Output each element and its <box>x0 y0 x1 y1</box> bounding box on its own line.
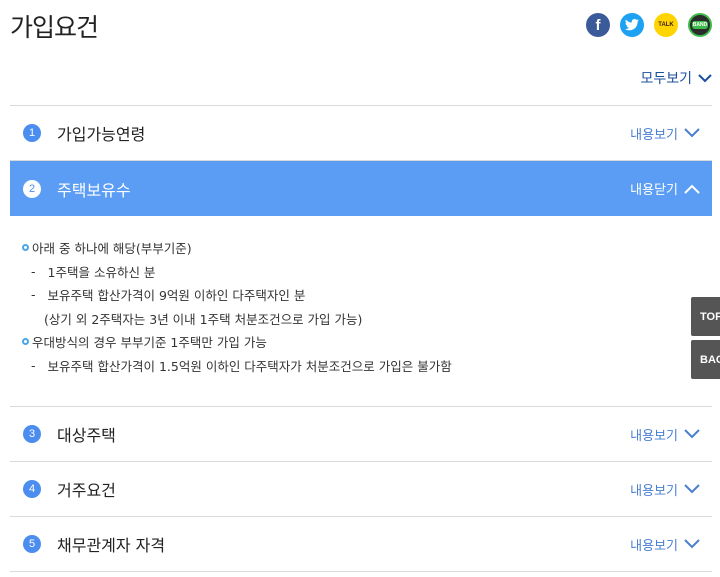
page-title: 가입요건 <box>10 13 99 42</box>
dash: - <box>31 357 36 373</box>
section-title: 주택보유수 <box>57 180 131 200</box>
expand-all-label: 모두보기 <box>640 71 692 87</box>
chevron-up-icon <box>684 184 700 194</box>
section-number: 1 <box>23 124 41 142</box>
item-text: 보유주택 합산가격이 9억원 이하인 다주택자인 분 <box>47 288 306 304</box>
toggle-label: 내용보기 <box>630 483 678 499</box>
content-bullet: 우대방식의 경우 부부기준 1주택만 가입 가능 <box>22 330 712 354</box>
requirements-accordion: 1 가입가능연령 내용보기 2 주택보유수 내용닫기 아래 중 하나에 해당(부… <box>10 105 712 572</box>
section-title: 채무관계자 자격 <box>57 536 166 555</box>
chevron-down-icon <box>698 73 712 82</box>
section-toggle[interactable]: 내용보기 <box>630 425 700 444</box>
item-text: 1주택을 소유하신 분 <box>47 264 156 280</box>
share-buttons: f TALK BAND <box>586 13 712 37</box>
toggle-label: 내용보기 <box>630 428 678 444</box>
section-title: 대상주택 <box>57 426 116 445</box>
bullet-text: 우대방식의 경우 부부기준 1주택만 가입 가능 <box>32 335 267 351</box>
toggle-label: 내용보기 <box>630 127 678 143</box>
toggle-label: 내용닫기 <box>630 183 678 198</box>
chevron-down-icon <box>684 539 700 549</box>
facebook-icon[interactable]: f <box>586 13 610 37</box>
section-header-debtor[interactable]: 5 채무관계자 자격 내용보기 <box>10 517 712 572</box>
expand-all-button[interactable]: 모두보기 <box>640 68 712 88</box>
kakaotalk-icon[interactable]: TALK <box>654 13 678 37</box>
band-label: BAND <box>692 21 708 29</box>
content-bullet: 아래 중 하나에 해당(부부기준) <box>22 236 712 260</box>
bullet-text: 아래 중 하나에 해당(부부기준) <box>32 241 192 257</box>
section-toggle[interactable]: 내용닫기 <box>630 179 700 198</box>
section-title: 가입가능연령 <box>57 125 146 144</box>
section-number: 4 <box>23 480 41 498</box>
chevron-down-icon <box>684 429 700 439</box>
scroll-top-button[interactable]: TOP <box>691 297 720 336</box>
dash: - <box>31 263 36 279</box>
section-title: 거주요건 <box>57 481 116 500</box>
dash: - <box>31 287 36 303</box>
twitter-icon[interactable] <box>620 13 644 37</box>
chevron-down-icon <box>684 484 700 494</box>
section-header-age[interactable]: 1 가입가능연령 내용보기 <box>10 106 712 161</box>
section-number: 2 <box>23 179 41 198</box>
chevron-down-icon <box>684 128 700 138</box>
content-item: - 보유주택 합산가격이 1.5억원 이하인 다주택자가 처분조건으로 가입은 … <box>22 354 712 378</box>
section-number: 3 <box>23 425 41 443</box>
section-toggle[interactable]: 내용보기 <box>630 535 700 554</box>
section-number: 5 <box>23 535 41 553</box>
note-text: (상기 외 2주택자는 3년 이내 1주택 처분조건으로 가입 가능) <box>44 311 363 327</box>
bullet-icon <box>22 244 29 252</box>
bullet-icon <box>22 338 29 346</box>
content-item: - 1주택을 소유하신 분 <box>22 260 712 284</box>
content-item: - 보유주택 합산가격이 9억원 이하인 다주택자인 분 <box>22 283 712 307</box>
content-note: (상기 외 2주택자는 3년 이내 1주택 처분조건으로 가입 가능) <box>22 307 712 331</box>
section-header-target-house[interactable]: 3 대상주택 내용보기 <box>10 407 712 462</box>
section-header-home-count[interactable]: 2 주택보유수 내용닫기 <box>10 161 712 216</box>
section-body-home-count: 아래 중 하나에 해당(부부기준) - 1주택을 소유하신 분 - 보유주택 합… <box>10 216 712 407</box>
back-button[interactable]: BACK <box>691 340 720 379</box>
section-toggle[interactable]: 내용보기 <box>630 124 700 143</box>
band-icon[interactable]: BAND <box>688 13 712 37</box>
toggle-label: 내용보기 <box>630 538 678 554</box>
item-text: 보유주택 합산가격이 1.5억원 이하인 다주택자가 처분조건으로 가입은 불가… <box>47 358 452 374</box>
section-toggle[interactable]: 내용보기 <box>630 480 700 499</box>
section-header-residence[interactable]: 4 거주요건 내용보기 <box>10 462 712 517</box>
